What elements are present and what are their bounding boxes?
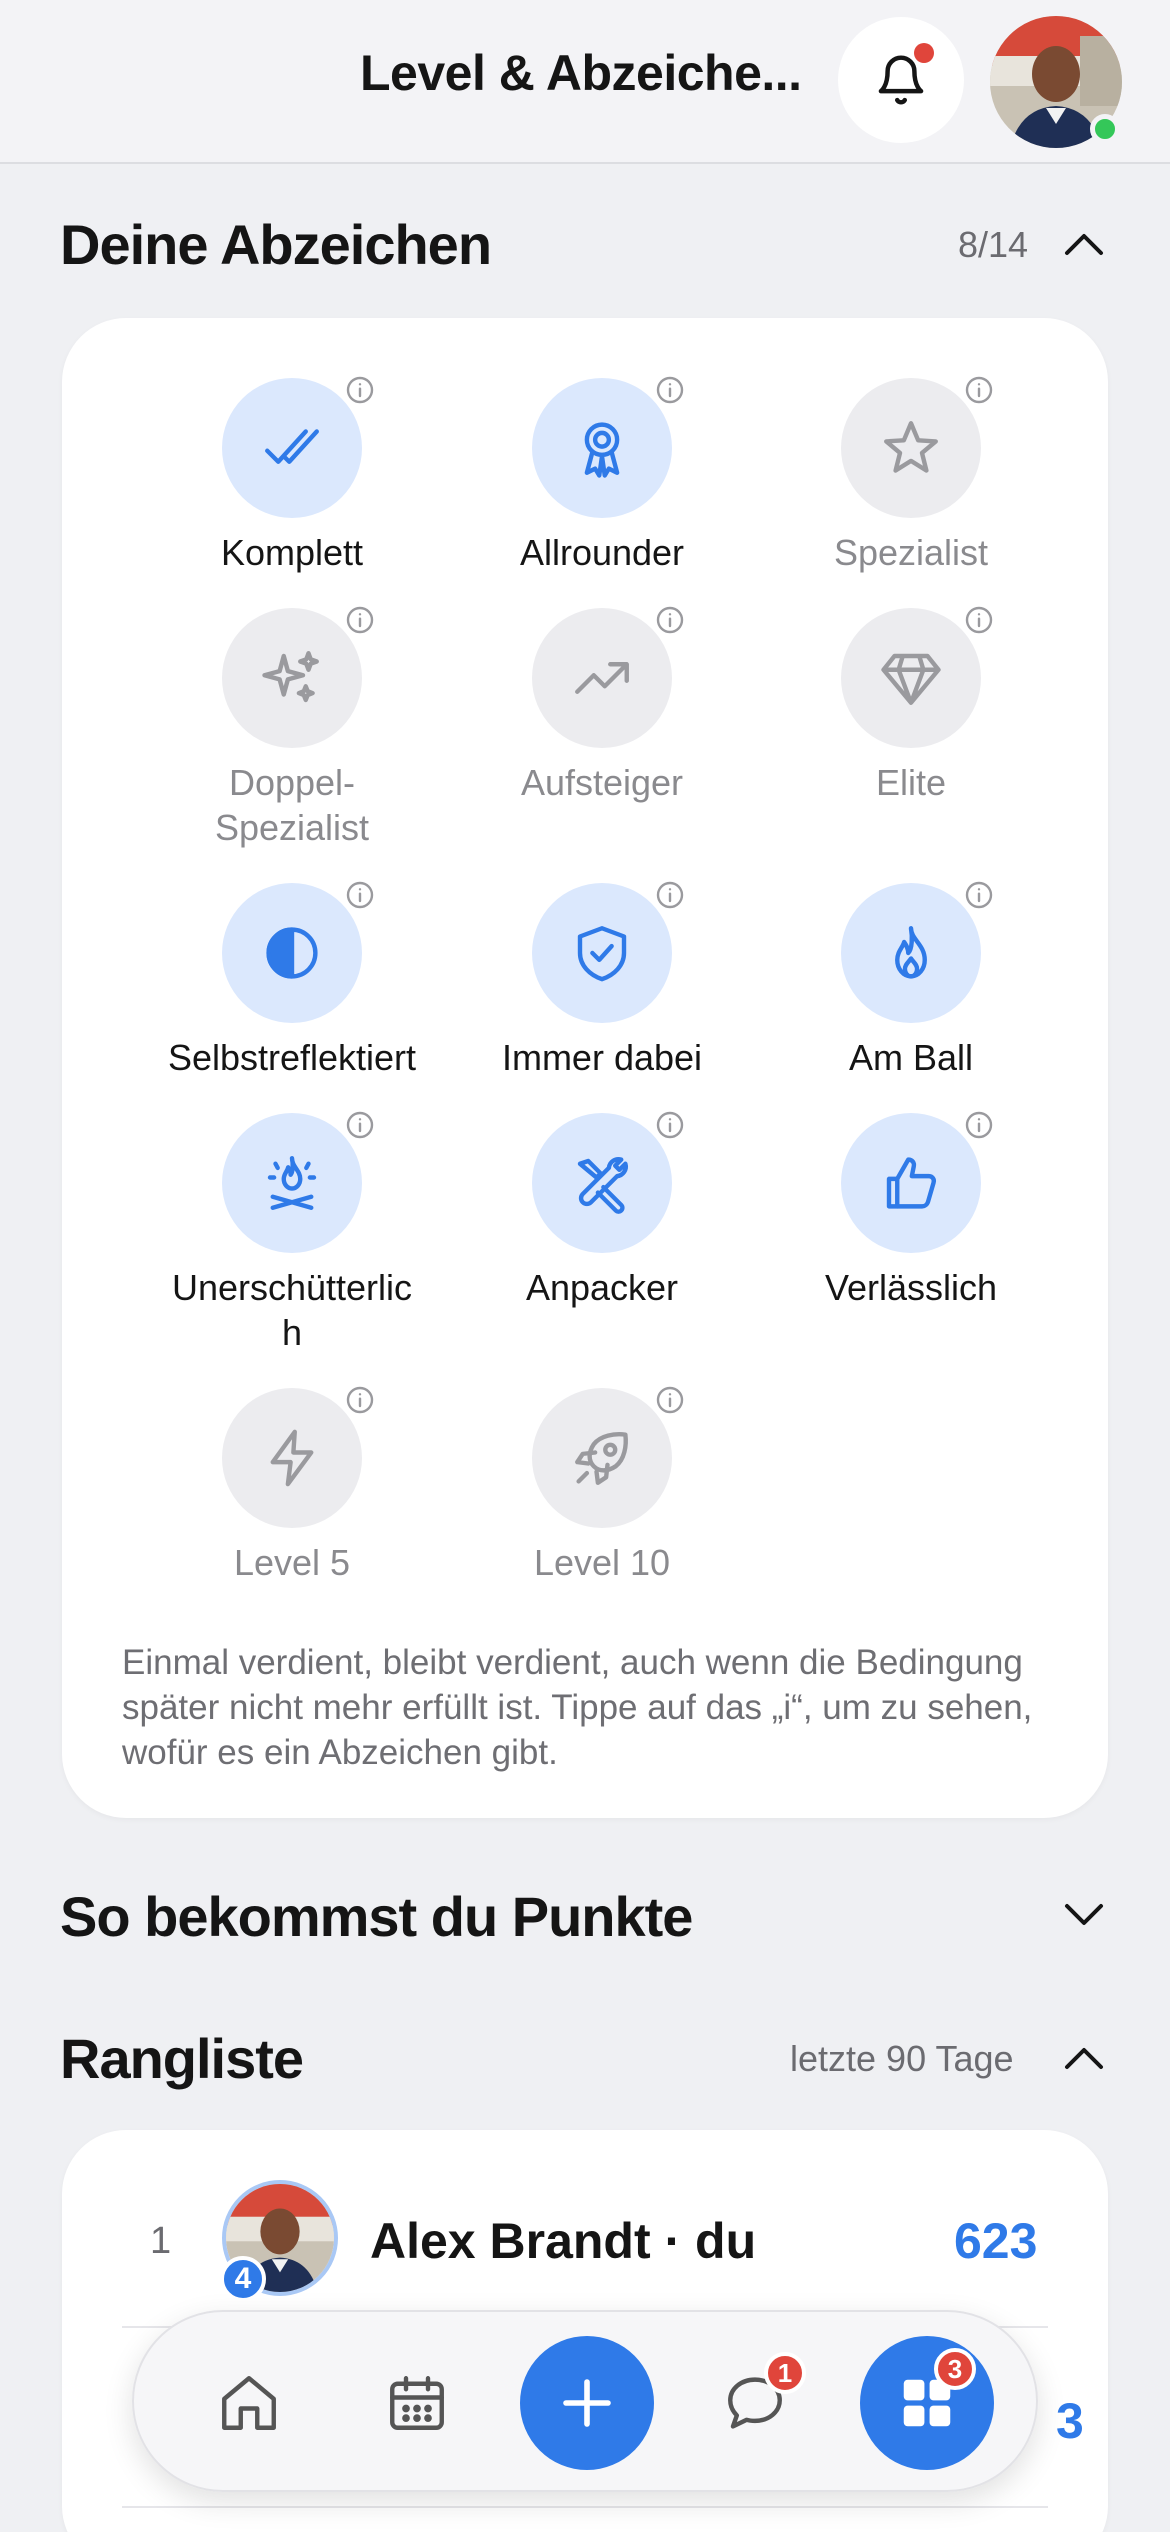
level-badge: 4 <box>220 2256 266 2302</box>
collapse-badges-button[interactable] <box>1058 218 1110 270</box>
tools-icon <box>577 1157 628 1214</box>
badge-label: Unerschütterlic h <box>171 1267 413 1353</box>
chat-unread-badge: 1 <box>764 2352 806 2394</box>
info-icon[interactable] <box>652 877 688 913</box>
page-title: Level & Abzeiche... <box>360 45 802 101</box>
info-icon[interactable] <box>961 1107 997 1143</box>
badge-label: Level 10 <box>533 1542 671 1583</box>
badge-label: Allrounder <box>519 532 685 573</box>
rocket-icon <box>575 1432 628 1485</box>
notification-dot <box>914 43 934 63</box>
apps-button[interactable] <box>860 2336 994 2470</box>
lightning-icon <box>270 1429 314 1487</box>
half-circle-icon <box>266 927 318 979</box>
plus-icon <box>563 2379 611 2427</box>
top-header: Level & Abzeiche... <box>0 0 1170 164</box>
badge-label: Verlässlich <box>824 1267 998 1308</box>
chevron-up-icon <box>1065 2048 1103 2069</box>
campfire-icon <box>267 1156 317 1210</box>
leaderboard-name: Alex Brandt · du <box>370 2213 757 2269</box>
tab-home[interactable] <box>194 2348 304 2458</box>
collapse-leaderboard-button[interactable] <box>1058 2032 1110 2084</box>
badge-circle <box>222 1388 362 1528</box>
shield-check-icon <box>577 926 627 982</box>
badge-label: Selbstreflektiert <box>167 1037 417 1078</box>
thumbs-up-icon <box>886 1157 937 1209</box>
badge-label: Anpacker <box>525 1267 679 1308</box>
leaderboard-title: Rangliste <box>60 2027 304 2090</box>
bottom-tab-bar: 1 3 <box>132 2310 1038 2492</box>
double-check-icon <box>265 429 319 464</box>
home-icon <box>222 2376 276 2430</box>
expand-points-button[interactable] <box>1058 1888 1110 1940</box>
badges-section-title: Deine Abzeichen <box>60 213 492 276</box>
info-icon[interactable] <box>652 602 688 638</box>
badge-label: Aufsteiger <box>520 762 684 803</box>
ribbon-award-icon <box>584 422 620 478</box>
badge-circle <box>841 378 981 518</box>
badge-circle <box>532 883 672 1023</box>
chevron-down-icon <box>1065 1904 1103 1925</box>
add-button[interactable] <box>520 2336 654 2470</box>
info-icon[interactable] <box>652 372 688 408</box>
badge-circle <box>532 378 672 518</box>
info-icon[interactable] <box>342 372 378 408</box>
star-icon <box>884 421 938 473</box>
badge-circle <box>532 1388 672 1528</box>
badge-circle <box>841 608 981 748</box>
info-icon[interactable] <box>342 877 378 913</box>
badge-label: Level 5 <box>233 1542 351 1583</box>
badge-circle <box>222 378 362 518</box>
leaderboard-points: 3 <box>1056 2393 1084 2449</box>
info-icon[interactable] <box>342 1382 378 1418</box>
tab-calendar[interactable] <box>362 2348 472 2458</box>
info-icon[interactable] <box>652 1107 688 1143</box>
badge-label: Spezialist <box>833 532 989 573</box>
online-status-dot <box>1090 114 1120 144</box>
points-section-title: So bekommst du Punkte <box>60 1885 693 1948</box>
info-icon[interactable] <box>961 372 997 408</box>
badge-label: Immer dabei <box>501 1037 703 1078</box>
leaderboard-points: 623 <box>954 2213 1038 2269</box>
row-divider <box>122 2506 1048 2508</box>
chevron-up-icon <box>1065 234 1103 255</box>
badge-label: Komplett <box>220 532 364 573</box>
badge-circle <box>222 1113 362 1253</box>
badges-note: Einmal verdient, bleibt verdient, auch w… <box>122 1643 1033 1772</box>
rank-number: 1 <box>150 2220 172 2262</box>
flame-icon <box>895 926 927 979</box>
badge-circle <box>222 608 362 748</box>
trending-up-icon <box>575 662 629 694</box>
badge-circle <box>841 883 981 1023</box>
badges-count: 8/14 <box>958 224 1029 265</box>
apps-badge: 3 <box>934 2348 976 2390</box>
sparkles-icon <box>262 651 319 703</box>
info-icon[interactable] <box>652 1382 688 1418</box>
leaderboard-period: letzte 90 Tage <box>790 2038 1014 2079</box>
badge-circle <box>841 1113 981 1253</box>
info-icon[interactable] <box>961 602 997 638</box>
calendar-icon <box>390 2376 444 2430</box>
badges-card: Komplett Allrounder Spezialist Doppel- Spez… <box>62 318 1108 1818</box>
badge-circle <box>222 883 362 1023</box>
badge-label: Elite <box>875 762 947 803</box>
notifications-button[interactable] <box>838 17 964 143</box>
badge-label: Am Ball <box>848 1037 974 1078</box>
info-icon[interactable] <box>342 1107 378 1143</box>
info-icon[interactable] <box>342 602 378 638</box>
diamond-icon <box>881 653 941 705</box>
info-icon[interactable] <box>961 877 997 913</box>
badge-circle <box>532 608 672 748</box>
badge-circle <box>532 1113 672 1253</box>
badge-label: Doppel- Spezialist <box>214 762 370 848</box>
